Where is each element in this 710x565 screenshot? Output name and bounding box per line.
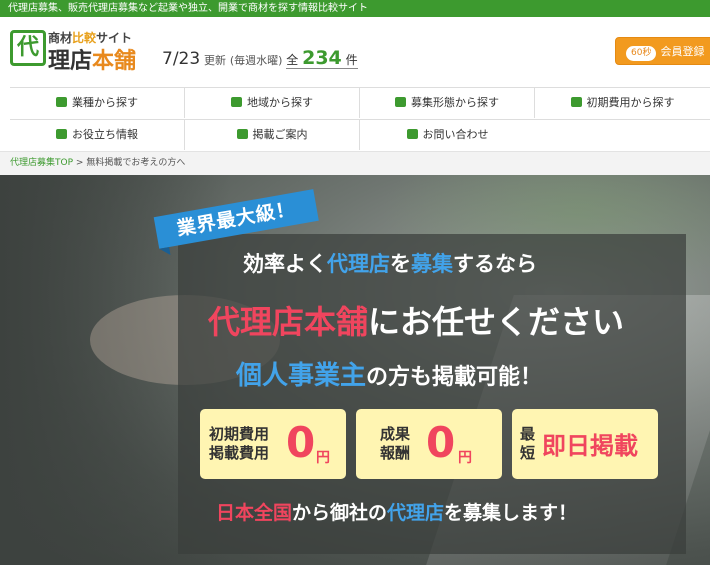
hero-banner: 業界最大級！ 効率よく代理店を募集するなら 代理店本舗にお任せください 個人事業… bbox=[0, 175, 710, 565]
nav-row-2: お役立ち情報 掲載ご案内 お問い合わせ bbox=[10, 119, 710, 150]
hero-headline-4: 日本全国から御社の代理店を募集します！ bbox=[216, 502, 578, 524]
breadcrumb-home[interactable]: 代理店募集TOP bbox=[10, 158, 73, 168]
bookmark-icon bbox=[236, 129, 248, 139]
site-header: 代 商材比較サイト 理店本舗 7/23 更新 (毎週水曜) 全 234 件 60… bbox=[0, 17, 710, 81]
same-day-listing-card: 最 短 即日掲載 bbox=[512, 409, 658, 479]
nav-listing-guide[interactable]: 掲載ご案内 bbox=[185, 120, 360, 150]
main-nav: 業種から探す 地域から探す 募集形態から探す 初期費用から探す お役立ち情報 掲… bbox=[10, 87, 710, 151]
register-label: 会員登録 bbox=[660, 45, 705, 58]
nav-initial-cost[interactable]: 初期費用から探す bbox=[535, 88, 710, 118]
listing-count: 234 bbox=[302, 47, 342, 69]
envelope-icon bbox=[406, 129, 418, 139]
logo-mark-icon: 代 bbox=[10, 30, 46, 66]
hero-headline-2: 代理店本舗にお任せください bbox=[208, 303, 625, 341]
ribbon-fold bbox=[159, 247, 171, 257]
nav-region[interactable]: 地域から探す bbox=[185, 88, 360, 118]
listing-total: 全 234 件 bbox=[286, 47, 358, 69]
book-icon bbox=[56, 129, 67, 139]
site-logo[interactable]: 代 商材比較サイト 理店本舗 bbox=[10, 27, 145, 75]
nav-recruit-type[interactable]: 募集形態から探す bbox=[360, 88, 535, 118]
coins-icon bbox=[570, 97, 582, 107]
update-schedule: (毎週水曜) bbox=[229, 54, 283, 67]
update-info: 7/23 更新 (毎週水曜) 全 234 件 bbox=[162, 47, 358, 69]
breadcrumb: 代理店募集TOP > 無料掲載でお考えの方へ bbox=[0, 151, 710, 175]
update-date: 7/23 bbox=[162, 49, 201, 69]
nav-contact[interactable]: お問い合わせ bbox=[360, 120, 535, 150]
breadcrumb-separator: > bbox=[75, 158, 84, 168]
nav-useful-info[interactable]: お役立ち情報 bbox=[10, 120, 185, 150]
hero-headline-3: 個人事業主の方も掲載可能！ bbox=[236, 361, 543, 391]
briefcase-icon bbox=[56, 97, 67, 107]
free-commission-card: 成果 報酬 0 円 bbox=[356, 409, 502, 479]
register-button[interactable]: 60秒 会員登録 bbox=[615, 37, 710, 65]
free-initial-cost-card: 初期費用 掲載費用 0 円 bbox=[200, 409, 346, 479]
top-banner: 代理店募集、販売代理店募集など起業や独立、開業で商材を探す情報比較サイト bbox=[0, 0, 710, 17]
sixty-seconds-badge: 60秒 bbox=[626, 46, 657, 61]
id-card-icon bbox=[395, 97, 406, 107]
hero-headline-1: 効率よく代理店を募集するなら bbox=[243, 252, 537, 276]
update-label: 更新 bbox=[204, 54, 227, 67]
logo-title: 理店本舗 bbox=[48, 49, 137, 74]
map-icon bbox=[231, 97, 242, 107]
nav-industry[interactable]: 業種から探す bbox=[10, 88, 185, 118]
breadcrumb-current: 無料掲載でお考えの方へ bbox=[86, 158, 186, 168]
